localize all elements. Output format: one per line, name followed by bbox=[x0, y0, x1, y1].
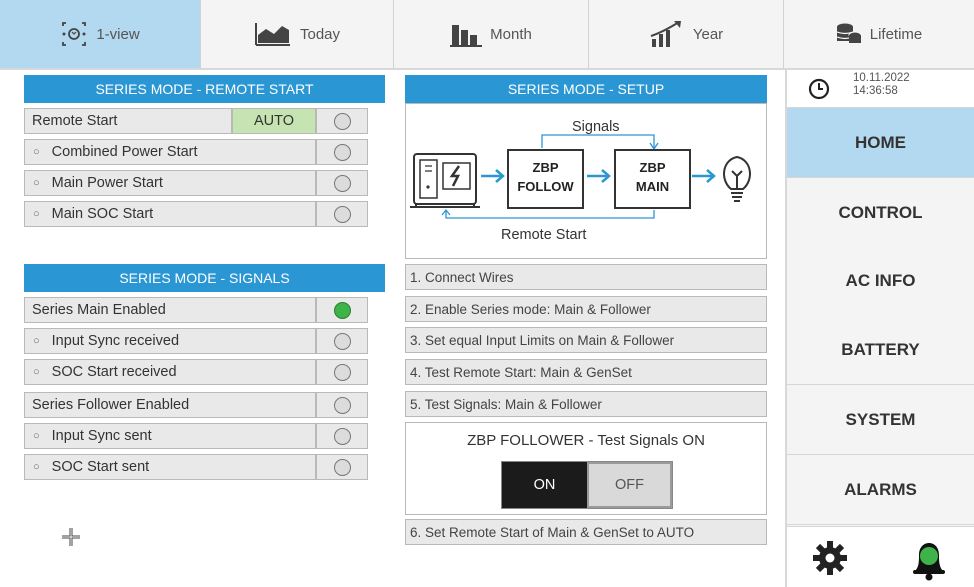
test-signals-toggle[interactable]: ON OFF bbox=[501, 461, 673, 509]
signals-label: Signals bbox=[572, 119, 620, 135]
setup-step-4: 4. Test Remote Start: Main & GenSet bbox=[405, 359, 767, 385]
tab-today[interactable]: Today bbox=[201, 0, 394, 68]
status-led bbox=[333, 427, 351, 445]
status-led bbox=[333, 301, 351, 319]
status-led bbox=[333, 458, 351, 476]
coins-icon bbox=[836, 21, 862, 47]
tab-label: Today bbox=[299, 25, 341, 43]
remote-start-label: Remote Start bbox=[501, 227, 587, 243]
nav-control[interactable]: CONTROL bbox=[787, 178, 974, 248]
combined-power-start-row: ○ Combined Power Start bbox=[24, 139, 368, 165]
series-follower-enabled-row: Series Follower Enabled bbox=[24, 392, 368, 418]
bullet-icon: ○ bbox=[33, 366, 40, 378]
tab-month[interactable]: Month bbox=[394, 0, 589, 68]
setup-step-5: 5. Test Signals: Main & Follower bbox=[405, 391, 767, 417]
generator-icon bbox=[410, 153, 480, 208]
date-text: 10.11.2022 bbox=[853, 72, 910, 84]
datetime-display: 10.11.2022 14:36:58 bbox=[787, 70, 974, 108]
bullet-icon: ○ bbox=[33, 461, 40, 473]
status-led bbox=[333, 396, 351, 414]
setup-step-6: 6. Set Remote Start of Main & GenSet to … bbox=[405, 519, 767, 545]
zbp-main-box: ZBP MAIN bbox=[635, 160, 670, 194]
sidebar: 10.11.2022 14:36:58 HOME CONTROL AC INFO… bbox=[785, 70, 974, 587]
soc-start-received-row: ○ SOC Start received bbox=[24, 359, 368, 385]
tab-label: 1-view bbox=[96, 25, 140, 43]
row-label: Main Power Start bbox=[51, 175, 163, 191]
remote-start-header: SERIES MODE - REMOTE START bbox=[24, 75, 385, 103]
status-led bbox=[333, 332, 351, 350]
test-signals-box: ZBP FOLLOWER - Test Signals ON ON OFF bbox=[405, 422, 767, 515]
remote-start-mode-value[interactable]: AUTO bbox=[232, 108, 316, 134]
nav-system[interactable]: SYSTEM bbox=[787, 385, 974, 455]
tab-1-view[interactable]: 1-view bbox=[0, 0, 201, 68]
row-label: SOC Start sent bbox=[51, 459, 150, 475]
test-signals-title: ZBP FOLLOWER - Test Signals ON bbox=[467, 432, 705, 449]
row-label: Input Sync sent bbox=[51, 428, 152, 444]
growth-chart-icon bbox=[649, 19, 685, 49]
setup-header: SERIES MODE - SETUP bbox=[405, 75, 767, 103]
gear-icon[interactable] bbox=[811, 539, 849, 582]
setup-step-3: 3. Set equal Input Limits on Main & Foll… bbox=[405, 327, 767, 353]
top-tab-bar: 1-view Today Month Year Lifetime bbox=[0, 0, 974, 70]
bullet-icon: ○ bbox=[33, 177, 40, 189]
status-led bbox=[333, 112, 351, 130]
zbp-follow-box: ZBP FOLLOW bbox=[517, 160, 574, 194]
remote-start-row: Remote Start AUTO bbox=[24, 108, 368, 134]
row-label: Series Main Enabled bbox=[24, 297, 316, 323]
area-chart-icon bbox=[254, 21, 292, 47]
input-sync-received-row: ○ Input Sync received bbox=[24, 328, 368, 354]
setup-step-1: 1. Connect Wires bbox=[405, 264, 767, 290]
row-label: Remote Start bbox=[24, 108, 232, 134]
tab-label: Month bbox=[490, 25, 532, 43]
row-label: Series Follower Enabled bbox=[24, 392, 316, 418]
soc-start-sent-row: ○ SOC Start sent bbox=[24, 454, 368, 480]
sidebar-footer bbox=[787, 526, 974, 587]
bar-chart-icon bbox=[450, 21, 483, 47]
crosshair-cursor-icon bbox=[61, 527, 81, 552]
nav-home[interactable]: HOME bbox=[787, 108, 974, 178]
nav-alarms[interactable]: ALARMS bbox=[787, 455, 974, 525]
series-wiring-diagram: Signals Remote Start ZBP FOLLOW ZBP MAIN bbox=[405, 103, 767, 259]
main-power-start-row: ○ Main Power Start bbox=[24, 170, 368, 196]
bullet-icon: ○ bbox=[33, 335, 40, 347]
input-sync-sent-row: ○ Input Sync sent bbox=[24, 423, 368, 449]
toggle-on-button[interactable]: ON bbox=[502, 462, 587, 508]
setup-step-2: 2. Enable Series mode: Main & Follower bbox=[405, 296, 767, 322]
lightbulb-icon bbox=[723, 155, 751, 202]
network-icon bbox=[60, 20, 88, 48]
status-led bbox=[333, 363, 351, 381]
bullet-icon: ○ bbox=[33, 430, 40, 442]
row-label: Input Sync received bbox=[51, 333, 180, 349]
tab-year[interactable]: Year bbox=[589, 0, 784, 68]
row-label: Main SOC Start bbox=[51, 206, 154, 222]
main-soc-start-row: ○ Main SOC Start bbox=[24, 201, 368, 227]
signals-header: SERIES MODE - SIGNALS bbox=[24, 264, 385, 292]
tab-label: Year bbox=[692, 25, 724, 43]
clock-icon bbox=[808, 78, 830, 105]
nav-ac-info[interactable]: AC INFO bbox=[787, 246, 974, 316]
row-label: SOC Start received bbox=[51, 364, 177, 380]
status-led bbox=[333, 143, 351, 161]
tab-label: Lifetime bbox=[869, 25, 923, 43]
bullet-icon: ○ bbox=[33, 146, 40, 158]
series-main-enabled-row: Series Main Enabled bbox=[24, 297, 368, 323]
status-led bbox=[333, 174, 351, 192]
time-text: 14:36:58 bbox=[853, 85, 898, 97]
bullet-icon: ○ bbox=[33, 208, 40, 220]
nav-battery[interactable]: BATTERY bbox=[787, 315, 974, 385]
toggle-off-button[interactable]: OFF bbox=[586, 462, 672, 508]
row-label: Combined Power Start bbox=[51, 144, 198, 160]
tab-lifetime[interactable]: Lifetime bbox=[784, 0, 974, 68]
alarm-bell-icon[interactable] bbox=[909, 535, 949, 586]
status-led bbox=[333, 205, 351, 223]
